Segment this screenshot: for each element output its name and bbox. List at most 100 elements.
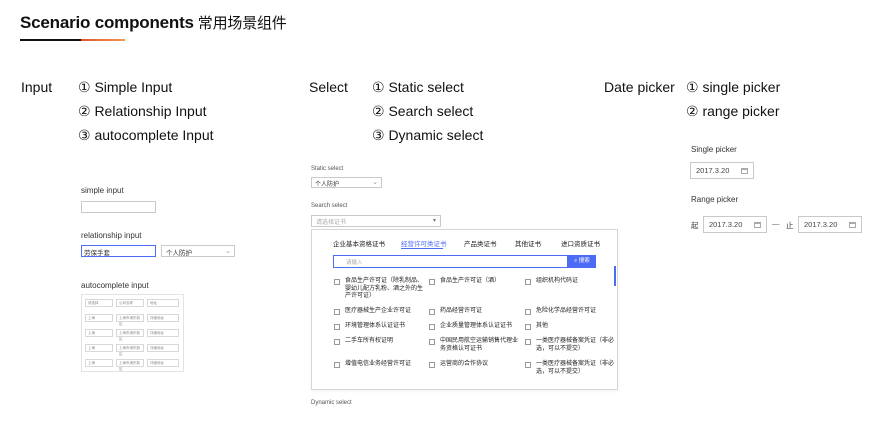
static-select[interactable]: 个人防护 ⌄ [311, 177, 382, 188]
option-checkbox[interactable] [429, 279, 435, 285]
option-checkbox[interactable] [429, 339, 435, 345]
tab-basic-cert[interactable]: 企业基本资格证书 [333, 238, 385, 248]
option-label: 二手车所有权证明 [345, 338, 394, 344]
option-checkbox[interactable] [525, 279, 531, 285]
range-start-value: 2017.3.20 [709, 220, 743, 229]
chevron-down-icon: ⌄ [372, 179, 378, 186]
range-start-prefix: 起 [691, 221, 699, 230]
select-item-search: ② Search select [372, 103, 474, 119]
title-cn: 常用场景组件 [197, 15, 287, 32]
simple-input-label: simple input [81, 186, 124, 195]
single-date-picker[interactable]: 2017.3.20 [690, 162, 754, 179]
option-checkbox[interactable] [525, 324, 531, 330]
option-checkbox[interactable] [429, 324, 435, 330]
range-end-value: 2017.3.20 [804, 220, 838, 229]
search-select[interactable]: 请选择证书 ▾ [311, 215, 441, 227]
search-select-label: Search select [311, 203, 348, 209]
relationship-select-value: 个人防护 [166, 250, 192, 257]
relationship-input-value: 劳保手套 [84, 250, 110, 257]
title-en: Scenario components [20, 13, 194, 32]
search-select-dropdown: 企业基本资格证书 经营许可类证书 产品类证书 其他证书 进口资质证书 请输入 ⌕… [311, 229, 618, 390]
option-checkbox[interactable] [334, 324, 340, 330]
relationship-input[interactable]: 劳保手套 [81, 245, 156, 257]
tab-import-cert[interactable]: 进口资质证书 [561, 238, 600, 248]
single-picker-label: Single picker [691, 145, 737, 154]
option-checkbox[interactable] [334, 339, 340, 345]
ac-cell[interactable]: 请选择 [85, 299, 113, 307]
dynamic-select-label: Dynamic select [311, 400, 352, 406]
ac-cell[interactable]: 上海市浦东新区 [116, 359, 144, 371]
option-checkbox[interactable] [334, 279, 340, 285]
range-start-picker[interactable]: 2017.3.20 [703, 216, 767, 233]
dropdown-scrollbar[interactable] [614, 266, 616, 286]
option-label: 组织机构代码证 [536, 278, 579, 284]
option-label: 环境管理体系认证证书 [345, 323, 406, 329]
option-checkbox[interactable] [429, 309, 435, 315]
ac-cell[interactable]: 详细地址 [147, 314, 179, 322]
option-label: 企业质量管理体系认证证书 [440, 323, 513, 329]
date-item-single: ① single picker [686, 79, 781, 95]
ac-cell[interactable]: 详细地址 [147, 329, 179, 337]
option-label: 其他 [536, 323, 549, 329]
search-select-placeholder: 请选择证书 [316, 220, 347, 226]
date-item-range: ② range picker [686, 103, 780, 119]
static-select-value: 个人防护 [315, 182, 340, 188]
option-checkbox[interactable] [525, 362, 531, 368]
ac-cell[interactable]: 上海市浦东新区 [116, 314, 144, 326]
chevron-down-icon: ⌄ [225, 248, 231, 255]
input-item-autocomplete: ③ autocomplete Input [78, 127, 214, 143]
dropdown-search-input[interactable]: 请输入 [333, 255, 568, 268]
option-checkbox[interactable] [525, 339, 531, 345]
calendar-icon [849, 222, 856, 228]
select-category: Select [309, 79, 348, 95]
option-checkbox[interactable] [525, 309, 531, 315]
ac-cell[interactable]: 上海 [85, 344, 113, 352]
ac-cell[interactable]: 地址 [147, 299, 179, 307]
autocomplete-panel: 请选择 公司名称 地址 上海 上海市浦东新区 详细地址 上海 上海市浦东新区 详… [81, 294, 184, 372]
dropdown-search-placeholder: 请输入 [346, 260, 363, 266]
single-date-value: 2017.3.20 [696, 166, 730, 175]
option-checkbox[interactable] [334, 362, 340, 368]
title-underline [20, 39, 125, 41]
ac-cell[interactable]: 公司名称 [116, 299, 144, 307]
select-item-dynamic: ③ Dynamic select [372, 127, 484, 143]
ac-cell[interactable]: 上海 [85, 329, 113, 337]
dropdown-search-button-label: 搜索 [578, 258, 590, 264]
caret-down-icon: ▾ [432, 218, 436, 224]
dropdown-search-button[interactable]: ⌕ 搜索 [568, 255, 596, 268]
ac-cell[interactable]: 上海 [85, 359, 113, 367]
option-label: 食品生产许可证（除乳制品、婴幼儿配方乳粉、酒之外的生产许可证） [345, 278, 424, 299]
relationship-select[interactable]: 个人防护 ⌄ [161, 245, 235, 257]
tab-other-cert[interactable]: 其他证书 [515, 238, 541, 248]
simple-input[interactable] [81, 201, 156, 213]
input-item-relationship: ② Relationship Input [78, 103, 207, 119]
range-end-prefix: 止 [786, 221, 794, 230]
page-title: Scenario components 常用场景组件 [20, 12, 287, 33]
static-select-label: Static select [311, 166, 344, 172]
ac-cell[interactable]: 上海 [85, 314, 113, 322]
select-item-static: ① Static select [372, 79, 464, 95]
relationship-input-label: relationship input [81, 231, 142, 240]
option-label: 食品生产许可证（酒） [440, 278, 501, 284]
range-picker-label: Range picker [691, 195, 739, 204]
date-category: Date picker [604, 79, 675, 95]
ac-cell[interactable]: 详细地址 [147, 359, 179, 367]
option-checkbox[interactable] [334, 309, 340, 315]
range-separator: — [772, 219, 780, 228]
option-label: 中国民用航空运输销售代理业务资格认可证书 [440, 338, 519, 352]
ac-cell[interactable]: 上海市浦东新区 [116, 329, 144, 341]
option-label: 一类医疗器械备案凭证（非必选，可以不提交） [536, 361, 615, 375]
option-label: 药品经营许可证 [440, 308, 483, 314]
search-icon: ⌕ [574, 258, 578, 264]
option-label: 危险化学品经营许可证 [536, 308, 597, 314]
tab-license-cert[interactable]: 经营许可类证书 [401, 238, 447, 248]
range-end-picker[interactable]: 2017.3.20 [798, 216, 862, 233]
tab-product-cert[interactable]: 产品类证书 [464, 238, 497, 248]
calendar-icon [741, 168, 748, 174]
input-item-simple: ① Simple Input [78, 79, 173, 95]
ac-cell[interactable]: 详细地址 [147, 344, 179, 352]
option-label: 增值电信业务经营许可证 [345, 361, 412, 367]
tab-active-indicator [401, 248, 443, 249]
option-checkbox[interactable] [429, 362, 435, 368]
ac-cell[interactable]: 上海市浦东新区 [116, 344, 144, 356]
